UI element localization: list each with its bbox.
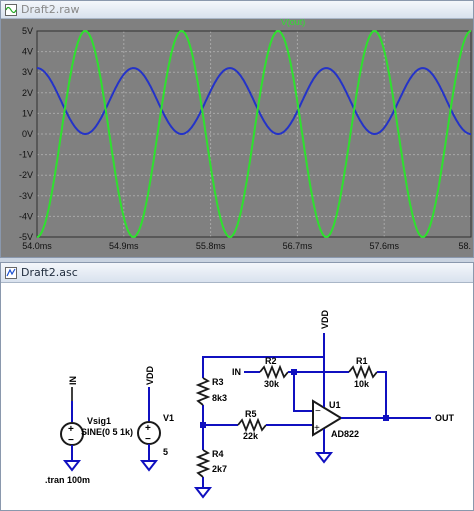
y-tick-labels: 5V4V3V2V1V0V-1V-2V-3V-4V-5V [19, 26, 33, 242]
trace-series-1 [37, 67, 471, 135]
waveform-titlebar[interactable]: Draft2.raw [1, 1, 473, 19]
u1-name: U1 [329, 400, 341, 410]
in-port-label: IN [68, 376, 78, 385]
x-tick-labels: 54.0ms 54.9ms 55.8ms 56.7ms 57.6ms 58. [22, 241, 471, 251]
ground-icon [62, 460, 82, 472]
ground-icon [193, 487, 213, 499]
r5-value: 22k [243, 431, 259, 441]
ground-icon [314, 452, 334, 464]
v1-name: V1 [163, 413, 174, 423]
svg-text:+: + [68, 424, 74, 435]
schematic-titlebar[interactable]: Draft2.asc [1, 263, 473, 283]
resistor-r3[interactable]: R3 8k3 [195, 377, 227, 406]
x-tick-label: 56.7ms [283, 241, 313, 251]
waveform-title: Draft2.raw [21, 3, 80, 16]
r2-value: 30k [264, 379, 280, 389]
y-tick-label: -2V [19, 170, 33, 180]
resistor-r2[interactable]: IN R2 30k [232, 356, 349, 389]
svg-text:−: − [68, 435, 74, 446]
y-tick-label: 5V [22, 26, 33, 36]
waveform-window[interactable]: Draft2.raw 5V 4V 3V 2V 1V 0V -1V -2V -3V -4V -5V 5… [0, 0, 474, 258]
svg-text:−: − [145, 434, 151, 445]
in-net-label: IN [232, 367, 241, 377]
resistor-r4[interactable]: R4 2k7 [195, 449, 227, 478]
y-tick-label: -3V [19, 191, 33, 201]
out-net-label: OUT [435, 413, 455, 423]
r3-name: R3 [212, 377, 224, 387]
x-tick-label: 58. [458, 241, 471, 251]
x-tick-label: 54.9ms [109, 241, 139, 251]
r4-value: 2k7 [212, 464, 227, 474]
r5-name: R5 [245, 409, 257, 419]
opamp-minus-sign: − [315, 406, 321, 417]
y-tick-label: 3V [22, 67, 33, 77]
r1-name: R1 [356, 356, 368, 366]
vsig1-source[interactable]: + − Vsig1 SINE(0 5 1k) .tran 100m [45, 401, 133, 485]
r1-value: 10k [354, 379, 370, 389]
resistor-r1[interactable]: R1 10k [348, 356, 387, 418]
waveform-plot[interactable]: 5V4V3V2V1V0V-1V-2V-3V-4V-5V 54.0ms 54.9ms… [1, 19, 473, 257]
r2-name: R2 [265, 356, 277, 366]
resistor-r5[interactable]: R5 22k [237, 409, 313, 441]
in-port[interactable]: IN [68, 376, 78, 401]
schematic-canvas[interactable]: IN + − Vsig1 SINE(0 5 1k) .tran 100m VDD… [1, 283, 473, 511]
tran-directive[interactable]: .tran 100m [45, 475, 90, 485]
y-tick-label: 4V [22, 47, 33, 57]
y-tick-label: 0V [22, 129, 33, 139]
vdd-left-label: VDD [145, 365, 155, 385]
opamp-u1[interactable]: − + U1 AD822 VDD OUT [293, 309, 455, 464]
x-tick-label: 57.6ms [369, 241, 399, 251]
u1-value: AD822 [331, 429, 359, 439]
y-tick-label: -1V [19, 150, 33, 160]
y-tick-label: 2V [22, 88, 33, 98]
vsig1-value: SINE(0 5 1k) [81, 427, 133, 437]
opamp-plus-sign: + [314, 423, 320, 434]
v1-value: 5 [163, 447, 168, 457]
r4-name: R4 [212, 449, 224, 459]
vdd-top-label: VDD [320, 309, 330, 329]
r3-value: 8k3 [212, 393, 227, 403]
waveform-icon [5, 3, 17, 16]
v1-source[interactable]: VDD + − V1 5 [137, 365, 174, 472]
vsig1-name: Vsig1 [87, 416, 111, 426]
y-tick-label: -4V [19, 211, 33, 221]
schematic-title: Draft2.asc [21, 266, 78, 279]
svg-text:+: + [145, 423, 151, 434]
trace-label-vout[interactable]: V(out) [281, 19, 306, 27]
x-tick-label: 55.8ms [196, 241, 226, 251]
schematic-window[interactable]: Draft2.asc IN + − Vsig1 SINE(0 5 1k) .tr… [0, 262, 474, 511]
x-tick-label: 54.0ms [22, 241, 52, 251]
schematic-icon [5, 266, 17, 279]
ground-icon [139, 460, 159, 472]
y-tick-label: 1V [22, 108, 33, 118]
